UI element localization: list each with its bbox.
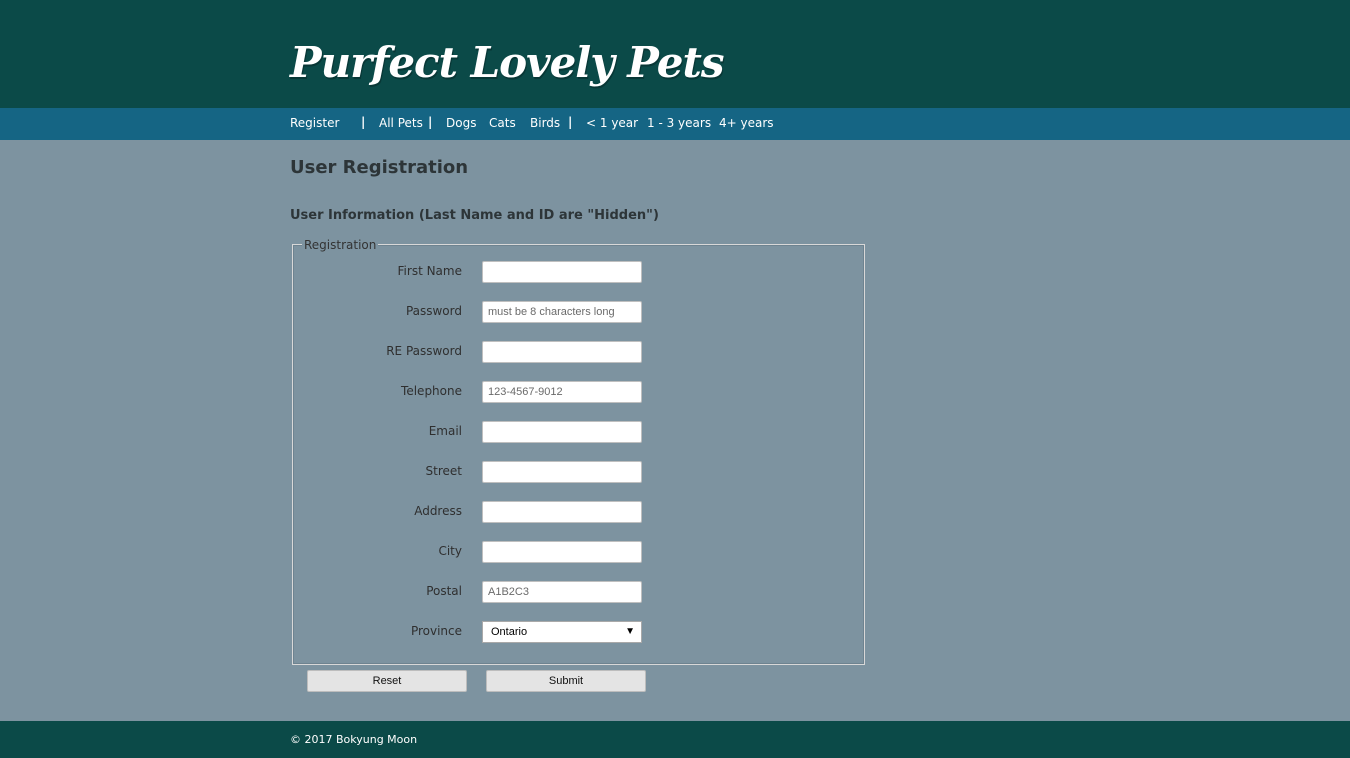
nav-item-1-3-years[interactable]: 1 - 3 years	[647, 116, 711, 130]
nav-item-all-pets[interactable]: All Pets	[379, 116, 423, 130]
password-input[interactable]: must be 8 characters long	[482, 301, 642, 323]
chevron-down-icon: ▼	[625, 626, 635, 637]
province-selected-value: Ontario	[491, 626, 528, 638]
re-password-label: RE Password	[386, 344, 462, 358]
nav-item-4-plus-years[interactable]: 4+ years	[719, 116, 774, 130]
telephone-label: Telephone	[401, 384, 462, 398]
nav-item-register[interactable]: Register	[290, 116, 339, 130]
copyright-text: © 2017 Bokyung Moon	[290, 733, 418, 746]
province-label: Province	[410, 624, 462, 638]
street-input[interactable]	[482, 461, 642, 483]
telephone-input[interactable]: 123-4567-9012	[482, 381, 642, 403]
site-logo[interactable]: Purfect Lovely Pets	[290, 38, 725, 87]
nav-separator: |	[361, 115, 366, 129]
reset-button[interactable]: Reset	[307, 670, 467, 692]
first-name-label: First Name	[397, 264, 462, 278]
fieldset-legend: Registration	[302, 238, 379, 252]
main-nav: Register | All Pets | Dogs Cats Birds | …	[0, 108, 1350, 140]
city-input[interactable]	[482, 541, 642, 563]
postal-label: Postal	[426, 584, 462, 598]
address-label: Address	[414, 504, 462, 518]
nav-item-dogs[interactable]: Dogs	[446, 116, 476, 130]
password-label: Password	[405, 304, 462, 318]
site-header: Purfect Lovely Pets	[0, 0, 1350, 108]
street-label: Street	[425, 464, 462, 478]
postal-input[interactable]: A1B2C3	[482, 581, 642, 603]
address-input[interactable]	[482, 501, 642, 523]
nav-item-under-1-year[interactable]: < 1 year	[586, 116, 638, 130]
province-select[interactable]: Ontario ▼	[482, 621, 642, 643]
first-name-input[interactable]	[482, 261, 642, 283]
nav-separator: |	[568, 115, 573, 129]
submit-button[interactable]: Submit	[486, 670, 646, 692]
section-title: User Information (Last Name and ID are "…	[290, 208, 659, 223]
page-title: User Registration	[290, 157, 469, 178]
re-password-input[interactable]	[482, 341, 642, 363]
site-footer: © 2017 Bokyung Moon	[0, 721, 1350, 758]
nav-item-cats[interactable]: Cats	[489, 116, 516, 130]
email-input[interactable]	[482, 421, 642, 443]
city-label: City	[438, 544, 462, 558]
email-label: Email	[428, 424, 462, 438]
nav-separator: |	[428, 115, 433, 129]
nav-item-birds[interactable]: Birds	[530, 116, 560, 130]
